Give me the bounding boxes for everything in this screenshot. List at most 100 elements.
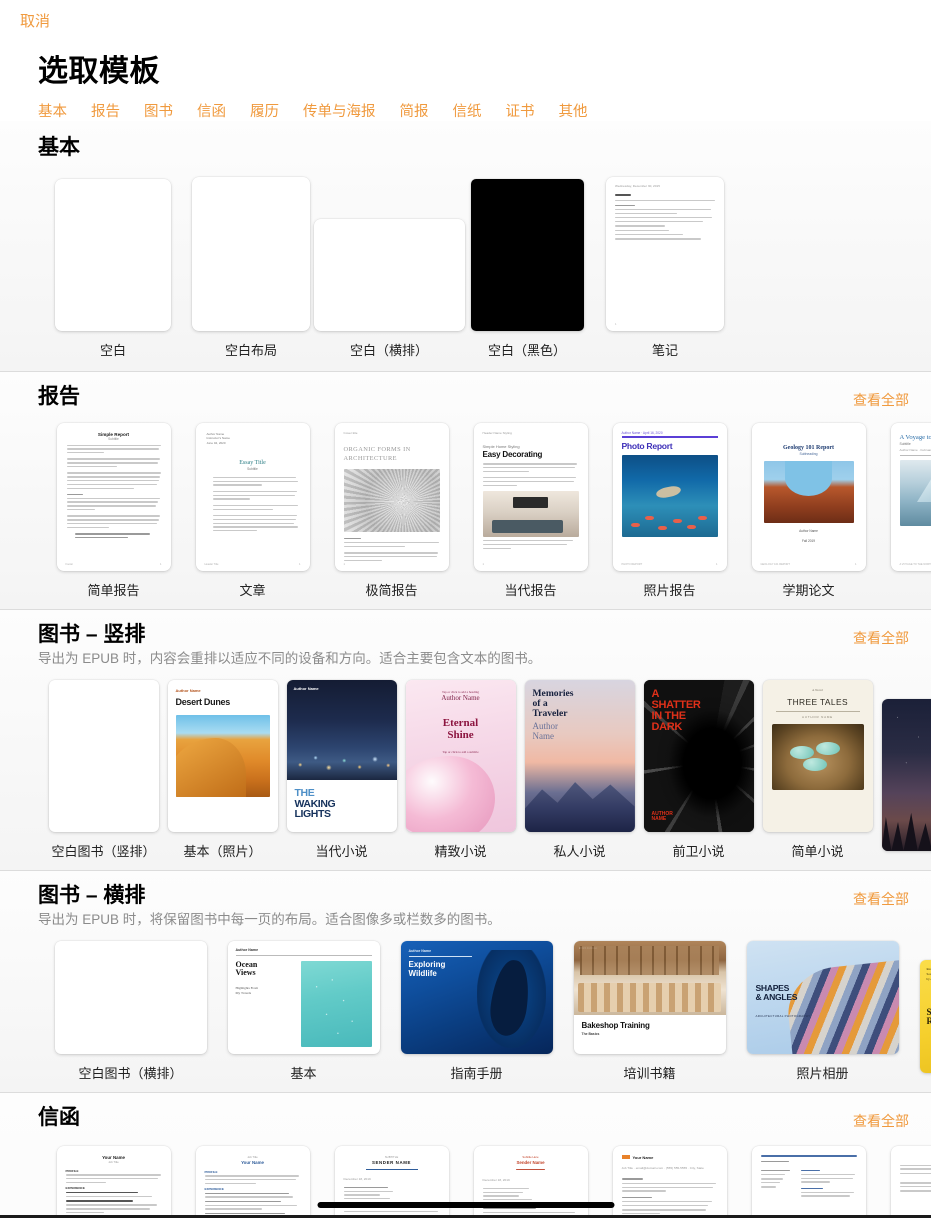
template-card-elegant-novel[interactable]: Tap or click to add a heading Author Nam… (401, 679, 520, 860)
cover-author: Author Name (441, 693, 480, 702)
template-card-simple-novel[interactable]: A Novel THREE TALES AUTHOR NAME 简单小说 (758, 679, 877, 860)
template-caption: 私人小说 (553, 843, 606, 859)
tab-reports[interactable]: 报告 (91, 100, 120, 121)
template-card-blank-book-vertical[interactable]: 空白图书（竖排） (44, 679, 163, 860)
cover-title: Geology 101 Report (783, 444, 834, 451)
template-card-minimal-report[interactable]: Cover title ORGANIC FORMS IN ARCHITECTUR… (322, 422, 461, 599)
template-card-school-report[interactable]: A Voyage to the Subtitle Author Name · F… (878, 422, 931, 599)
tab-letters[interactable]: 信函 (197, 100, 226, 121)
cover-image (482, 491, 579, 538)
template-card-letter-2[interactable]: Job Title Your Name PROFILE EXPERIENCE (183, 1145, 322, 1218)
template-card-letter-1[interactable]: Your Name Job Title PROFILE EXPERIENCE (44, 1145, 183, 1218)
cover-title: Exploring Wildlife (408, 960, 446, 978)
section-basic-header: 基本 (0, 135, 931, 161)
template-card-simple-report[interactable]: Simple Report Subtitle Footer 1 简单报告 (44, 422, 183, 599)
tab-resume[interactable]: 履历 (250, 100, 279, 121)
cover-title: Ocean Views (235, 960, 258, 978)
cover-image (783, 960, 899, 1055)
section-title: 信函 (38, 1106, 80, 1130)
see-all-link-letters[interactable]: 查看全部 (853, 1105, 909, 1131)
tab-flyers[interactable]: 传单与海报 (303, 100, 376, 121)
template-card-basic-book[interactable]: Author Name Ocean Views Highlights From My… (217, 941, 390, 1082)
category-tab-bar: 基本 报告 图书 信函 履历 传单与海报 简报 信纸 证书 其他 (0, 90, 931, 121)
section-letters: 信函 查看全部 Your Name Job Title PROFILE EXPE… (0, 1093, 931, 1218)
tab-books[interactable]: 图书 (144, 100, 173, 121)
template-thumbnail: Your Name (890, 1145, 931, 1218)
template-caption: 照片报告 (643, 582, 696, 598)
cancel-button[interactable]: 取消 (20, 10, 50, 31)
cover-image (405, 755, 495, 832)
template-thumbnail: A Voyage to the Subtitle Author Name · F… (890, 422, 931, 571)
cover-title: Essay Title (239, 459, 266, 466)
template-card-term-paper[interactable]: Geology 101 Report Subheading Author Nam… (739, 422, 878, 599)
cover-title: SENDER NAME (371, 1159, 412, 1165)
section-title: 图书 – 竖排 (38, 622, 146, 646)
template-card-recipe-book[interactable]: RecipesSoupsby Author StraRazz (909, 960, 931, 1082)
template-card-blank-black[interactable]: 空白（黑色） (458, 179, 596, 359)
template-thumbnail: RecipesSoupsby Author StraRazz (919, 960, 931, 1074)
cover-image (771, 723, 864, 790)
template-thumbnail: Author Name Ocean Views Highlights From My… (227, 941, 380, 1055)
section-reports-row: Simple Report Subtitle Footer 1 简单报告 Aut… (0, 411, 931, 609)
template-thumbnail (751, 1145, 866, 1218)
template-thumbnail: A Novel THREE TALES AUTHOR NAME (762, 679, 873, 832)
see-all-link-reports[interactable]: 查看全部 (853, 384, 909, 410)
cover-image (343, 468, 440, 532)
template-card-letter-7[interactable]: Your Name (878, 1145, 931, 1218)
template-card-note[interactable]: Wednesday, December 30, 2015 1 笔记 (596, 177, 734, 359)
cover-subtitle: Simple Home Styling (482, 444, 520, 450)
cover-author: Author Name (175, 687, 201, 693)
cover-title: Your Name (241, 1159, 264, 1165)
template-card-avantgarde-novel[interactable]: A SHATTER IN THE DARK AUTHOR NAME 前卫小说 (639, 679, 758, 860)
template-thumbnail: Cover title ORGANIC FORMS IN ARCHITECTUR… (334, 422, 449, 571)
tab-basic[interactable]: 基本 (38, 100, 67, 121)
template-card-blank[interactable]: 空白 (44, 179, 182, 359)
template-thumbnail: Author Name · April 16, 2020 Photo Repor… (612, 422, 727, 571)
section-title: 图书 – 横排 (38, 883, 146, 907)
template-card-letter-5[interactable]: Your Name Job Title · email@domain.com ·… (600, 1145, 739, 1218)
cover-title: ORGANIC FORMS IN ARCHITECTURE (343, 446, 411, 463)
cover-title: Eternal Shine (442, 716, 479, 741)
template-card-basic-photo-book[interactable]: Author Name Desert Dunes 基本（照片） (163, 679, 282, 860)
cover-image (301, 961, 372, 1048)
template-card-blank-layout[interactable]: 空白布局 (182, 177, 320, 359)
page-title: 选取模板 (38, 55, 160, 88)
cover-image (621, 454, 718, 537)
see-all-link-books-vertical[interactable]: 查看全部 (853, 622, 909, 648)
cover-author: Author Name (408, 949, 432, 954)
template-thumbnail (48, 679, 159, 832)
template-card-essay[interactable]: Author Name Instructor's Name June 04, 202… (183, 422, 322, 599)
top-bar: 取消 (0, 0, 931, 40)
template-caption: 简单小说 (791, 843, 844, 859)
cover-author: Author Name (532, 721, 559, 741)
see-all-link-books-horizontal[interactable]: 查看全部 (853, 883, 909, 909)
template-card-guide-book[interactable]: Author Name Exploring Wildlife 指南手册 (390, 941, 563, 1082)
template-card-blank-landscape[interactable]: 空白（横排） (313, 219, 465, 359)
template-card-photo-report[interactable]: Author Name · April 16, 2020 Photo Repor… (600, 422, 739, 599)
template-card-photo-album[interactable]: SHAPES & ANGLES ARCHITECTURAL PHOTOGRAPHY… (736, 941, 909, 1082)
home-indicator[interactable] (317, 1202, 614, 1208)
tab-newsletter[interactable]: 简报 (400, 100, 429, 121)
section-books-vertical: 图书 – 竖排 查看全部 导出为 EPUB 时，内容会重排以适应不同的设备和方向… (0, 609, 931, 871)
cover-subtitle: Subtitle (108, 436, 119, 441)
cover-title: Your Name (632, 1154, 654, 1160)
template-card-training-book[interactable]: 2024 Edition Bakeshop Training The Basic… (563, 941, 736, 1082)
template-card-personal-novel[interactable]: Memories of a Traveler Author Name 私人小说 (520, 679, 639, 860)
cover-image (899, 460, 931, 527)
template-caption: 空白布局 (224, 343, 277, 359)
cover-image (175, 714, 270, 797)
template-card-modern-novel[interactable]: Author Name THE WAKING LIGHTS 当代小说 (282, 679, 401, 860)
template-card-modern-report[interactable]: Header Name Styling Simple Home Styling … (461, 422, 600, 599)
tab-stationery[interactable]: 信纸 (453, 100, 482, 121)
template-thumbnail: Simple Report Subtitle Footer 1 (56, 422, 171, 571)
cover-subtitle: Highlights From My Travels (235, 986, 259, 996)
cover-title: A Voyage to the (899, 433, 931, 441)
template-card-night-novel[interactable] (877, 698, 931, 860)
template-card-blank-book-horizontal[interactable]: 空白图书（横排） (44, 941, 217, 1082)
cover-image (763, 460, 854, 523)
tab-certificate[interactable]: 证书 (506, 100, 535, 121)
template-card-letter-6[interactable] (739, 1145, 878, 1218)
section-reports-header: 报告 查看全部 (0, 384, 931, 410)
tab-misc[interactable]: 其他 (559, 100, 588, 121)
template-caption: 空白（横排） (349, 343, 428, 359)
